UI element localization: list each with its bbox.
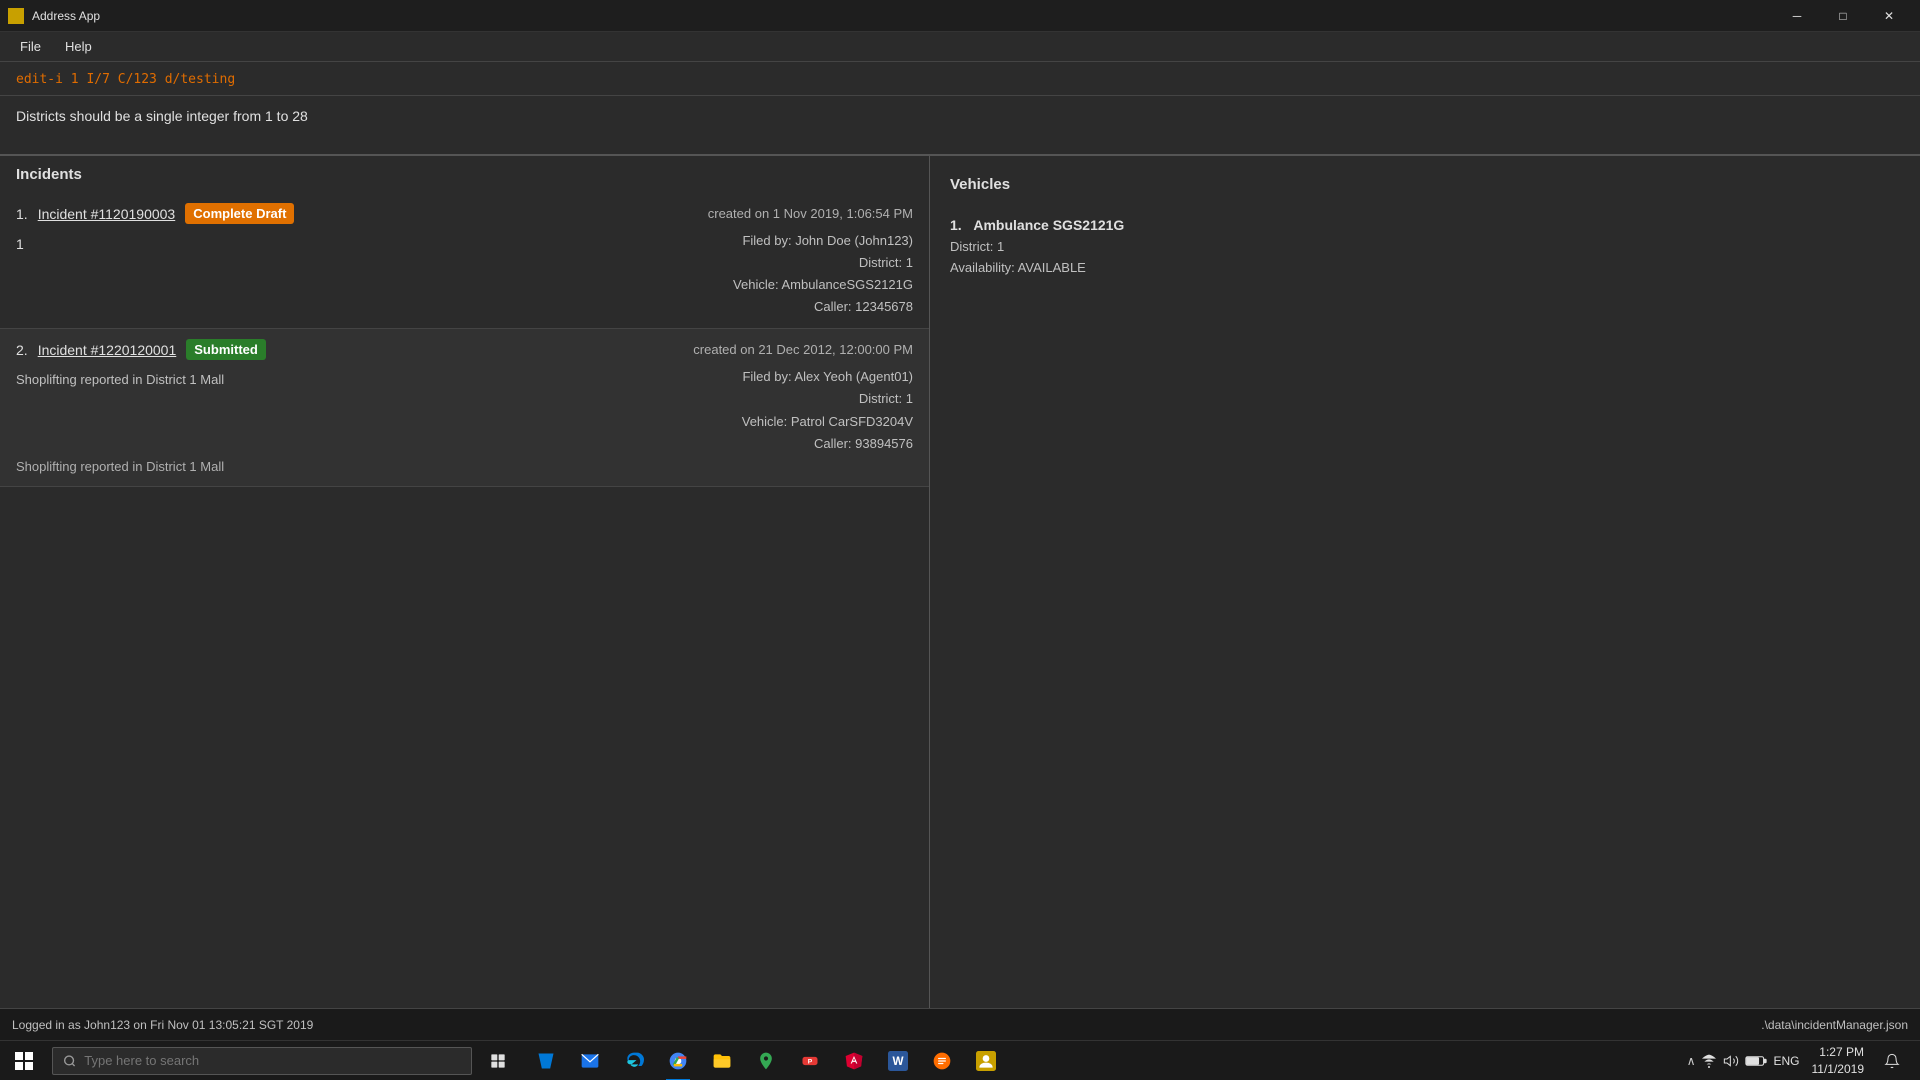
clock[interactable]: 1:27 PM 11/1/2019 [1812,1044,1865,1078]
word-icon-button[interactable]: W [876,1041,920,1080]
user-icon-button[interactable] [964,1041,1008,1080]
svg-text:P: P [808,1058,813,1065]
explorer-icon-button[interactable] [700,1041,744,1080]
validation-area: Districts should be a single integer fro… [0,96,1920,156]
incident-2-link[interactable]: Incident #1220120001 [38,342,177,358]
incident-1-number: 1. [16,206,28,222]
incident-1-meta: Filed by: John Doe (John123) District: 1… [733,230,913,318]
incident-2-created: created on 21 Dec 2012, 12:00:00 PM [693,342,913,357]
incident-2-title-area: 2. Incident #1220120001 Submitted [16,339,266,360]
clock-date: 11/1/2019 [1812,1061,1865,1078]
menu-bar: File Help [0,32,1920,62]
incident-1-district: 1 [16,230,24,258]
incident-item-1: 1. Incident #1120190003 Complete Draft c… [0,193,929,329]
incident-1-district-label: District: 1 [733,252,913,274]
vehicle-item-1: 1. Ambulance SGS2121G District: 1 Availa… [950,213,1900,283]
edge-icon-button[interactable] [612,1041,656,1080]
incident-1-link[interactable]: Incident #1120190003 [38,206,176,222]
status-bar: Logged in as John123 on Fri Nov 01 13:05… [0,1008,1920,1040]
mail-icon-button[interactable] [568,1041,612,1080]
task-view-button[interactable] [476,1041,520,1080]
wifi-icon [1701,1053,1717,1069]
volume-icon [1723,1053,1739,1069]
vehicles-panel: Vehicles 1. Ambulance SGS2121G District:… [930,156,1920,1009]
command-area: edit-i 1 I/7 C/123 d/testing [0,62,1920,96]
close-button[interactable]: ✕ [1866,0,1912,32]
vehicle-1-district: District: 1 [950,237,1900,258]
title-bar-controls: ─ □ ✕ [1774,0,1912,32]
vehicles-header: Vehicles [950,166,1900,203]
angular-icon-button[interactable] [832,1041,876,1080]
search-icon [63,1054,76,1068]
incident-1-header: 1. Incident #1120190003 Complete Draft c… [16,203,913,224]
taskbar-right: ∧ ENG 1:27 PM [1675,1041,1920,1080]
incident-2-caller: Caller: 93894576 [742,433,913,455]
notification-button[interactable] [1876,1041,1908,1080]
clock-time: 1:27 PM [1812,1044,1865,1061]
browser2-icon-button[interactable] [920,1041,964,1080]
store-icon-button[interactable] [524,1041,568,1080]
title-bar: Address App ─ □ ✕ [0,0,1920,32]
help-menu[interactable]: Help [53,35,104,58]
main-content: Incidents 1. Incident #1120190003 Comple… [0,156,1920,1009]
incidents-panel: Incidents 1. Incident #1120190003 Comple… [0,156,930,1009]
incident-item-2: 2. Incident #1220120001 Submitted create… [0,329,929,486]
incident-2-badge[interactable]: Submitted [186,339,266,360]
incident-1-body: 1 Filed by: John Doe (John123) District:… [16,230,913,318]
minimize-button[interactable]: ─ [1774,0,1820,32]
title-bar-left: Address App [8,8,100,24]
maximize-button[interactable]: □ [1820,0,1866,32]
incident-2-description-bottom: Shoplifting reported in District 1 Mall [16,455,913,476]
svg-text:W: W [892,1055,903,1068]
incident-1-vehicle: Vehicle: AmbulanceSGS2121G [733,274,913,296]
taskbar-left: P W [0,1041,1008,1080]
incident-2-header: 2. Incident #1220120001 Submitted create… [16,339,913,360]
maps-icon-button[interactable] [744,1041,788,1080]
vehicle-1-name: 1. Ambulance SGS2121G [950,217,1900,233]
incident-1-created: created on 1 Nov 2019, 1:06:54 PM [708,206,913,221]
app-icon [8,8,24,24]
status-left: Logged in as John123 on Fri Nov 01 13:05… [12,1018,313,1032]
incident-1-title-area: 1. Incident #1120190003 Complete Draft [16,203,294,224]
incident-2-description: Shoplifting reported in District 1 Mall [16,366,224,387]
validation-message: Districts should be a single integer fro… [16,108,308,124]
tray-expand-icon[interactable]: ∧ [1687,1054,1696,1068]
game-icon-button[interactable]: P [788,1041,832,1080]
taskbar-app-icons: P W [524,1041,1008,1080]
taskbar-search-bar[interactable] [52,1047,472,1075]
incident-2-number: 2. [16,342,28,358]
incident-1-filed-by: Filed by: John Doe (John123) [733,230,913,252]
incident-2-body: Shoplifting reported in District 1 Mall … [16,366,913,454]
taskbar-search-input[interactable] [84,1053,461,1068]
incident-2-vehicle: Vehicle: Patrol CarSFD3204V [742,411,913,433]
window-title: Address App [32,9,100,23]
chrome-icon-button[interactable] [656,1041,700,1080]
taskbar: P W [0,1040,1920,1080]
file-menu[interactable]: File [8,35,53,58]
vehicle-1-title: Ambulance SGS2121G [973,217,1124,233]
incident-2-filed-by: Filed by: Alex Yeoh (Agent01) [742,366,913,388]
incident-2-district-label: District: 1 [742,388,913,410]
language-label[interactable]: ENG [1773,1054,1799,1068]
incidents-header: Incidents [0,156,929,193]
tray-icons: ∧ ENG [1687,1053,1800,1069]
battery-icon [1745,1054,1767,1068]
status-right: .\data\incidentManager.json [1761,1018,1908,1032]
vehicle-1-number: 1. [950,217,962,233]
incident-1-badge[interactable]: Complete Draft [185,203,294,224]
incident-1-caller: Caller: 12345678 [733,296,913,318]
vehicle-1-availability: Availability: AVAILABLE [950,258,1900,279]
incident-2-meta: Filed by: Alex Yeoh (Agent01) District: … [742,366,913,454]
command-text: edit-i 1 I/7 C/123 d/testing [16,72,235,87]
start-button[interactable] [0,1041,48,1080]
